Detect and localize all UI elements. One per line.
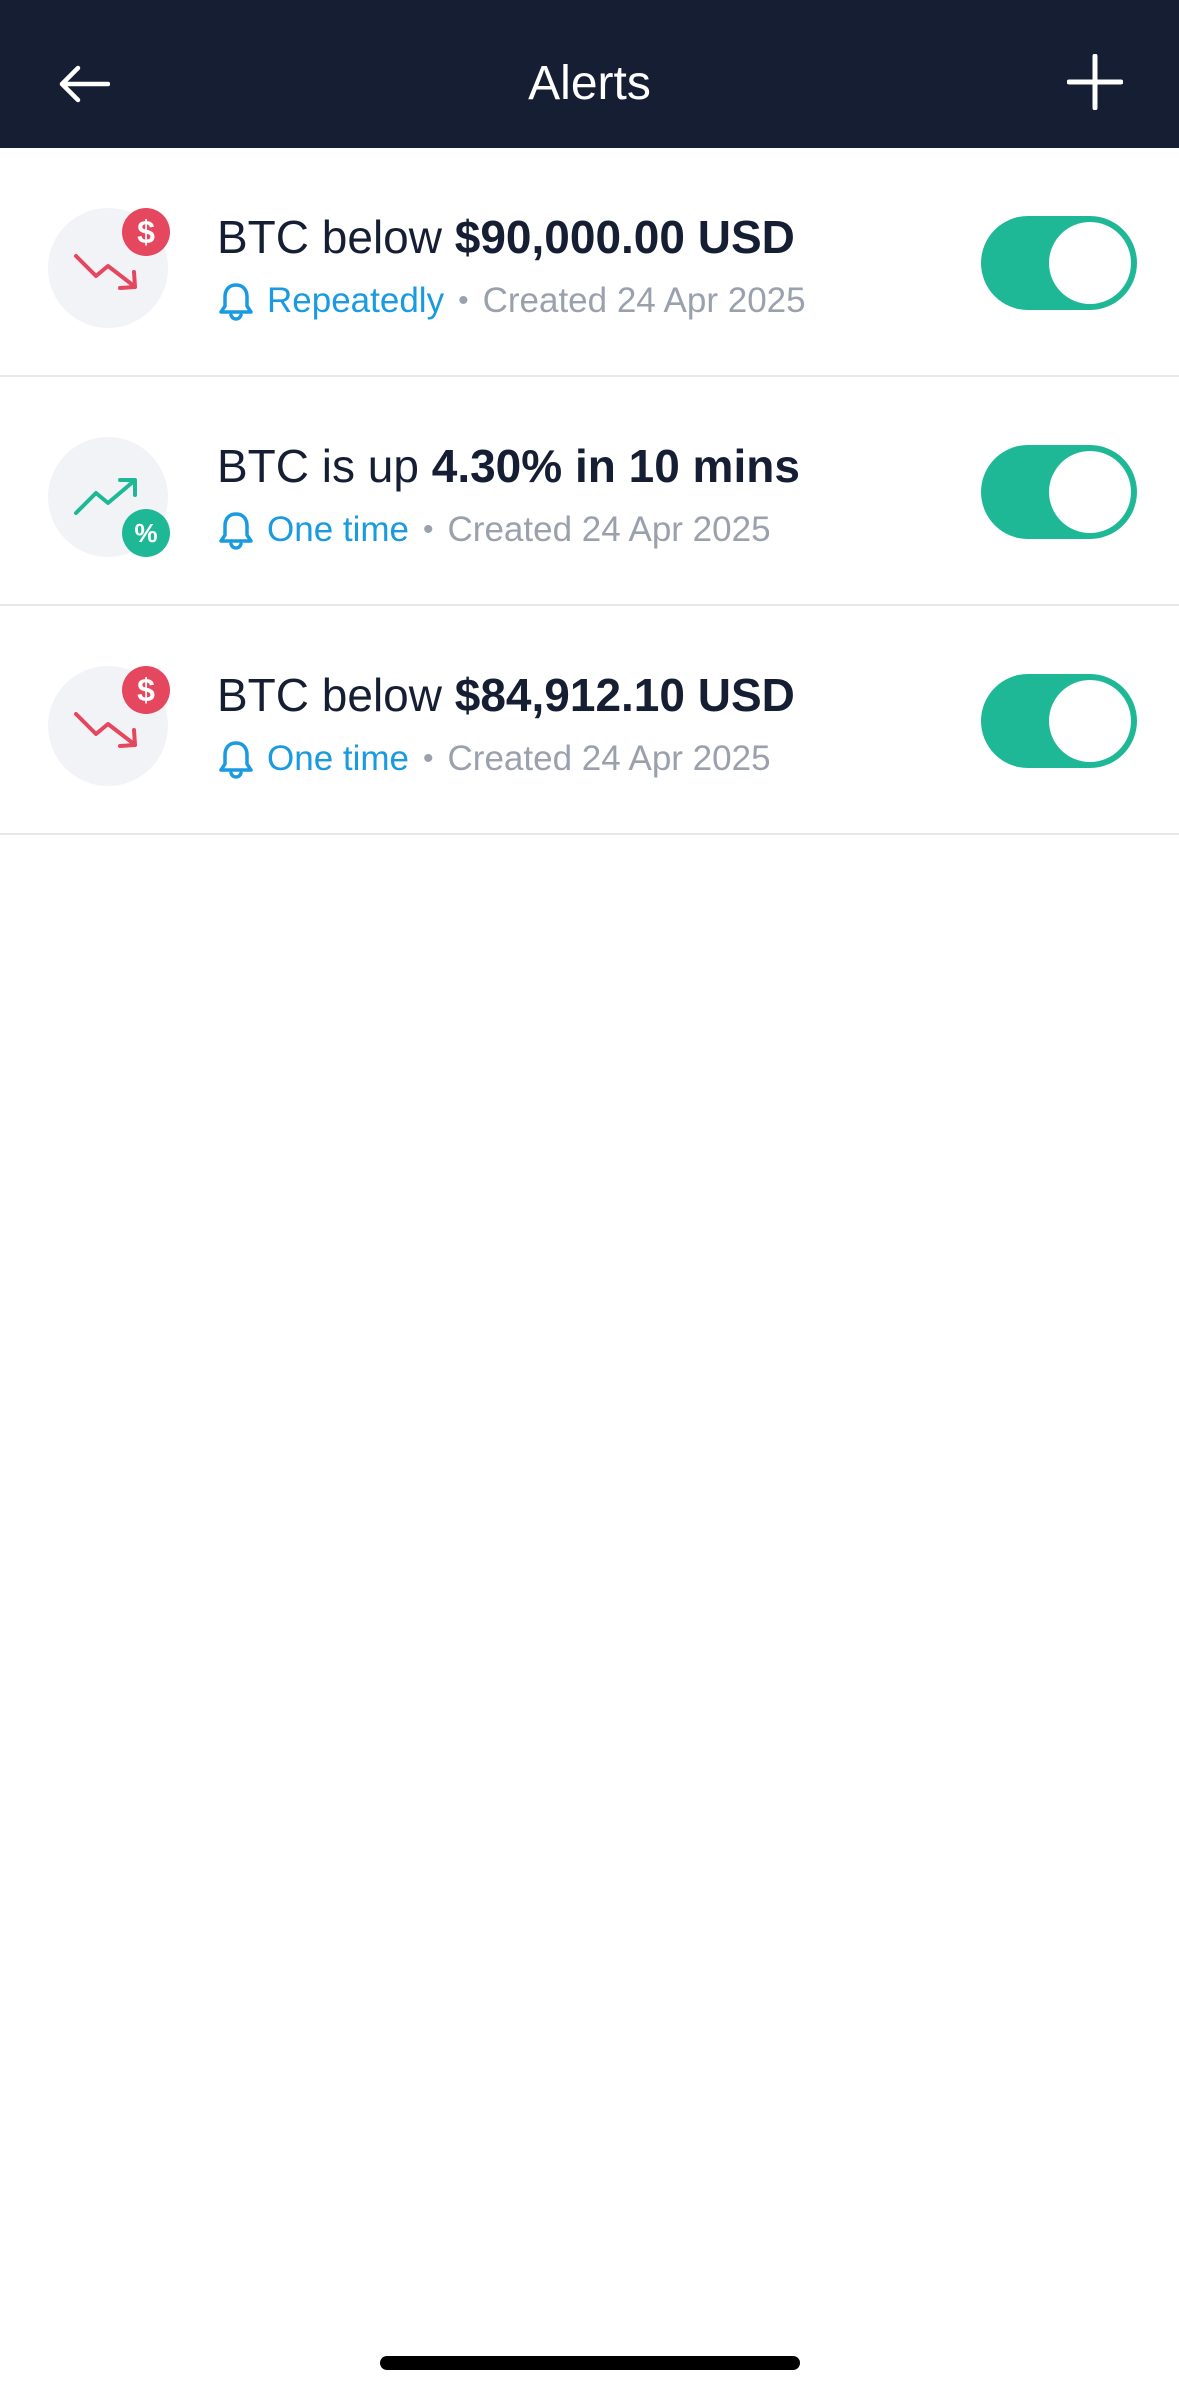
- page-title: Alerts: [528, 57, 651, 110]
- alert-text: BTC is up 4.30% in 10 mins One time • Cr…: [217, 437, 949, 553]
- dollar-badge: $: [122, 666, 170, 714]
- home-indicator[interactable]: [380, 2356, 800, 2370]
- plus-icon: [1067, 54, 1123, 110]
- bell-icon: [219, 512, 253, 550]
- toggle-knob: [1049, 680, 1131, 762]
- meta-separator: •: [423, 742, 434, 775]
- alerts-screen: Alerts $ BTC below $90,000.00 USD Repeat…: [0, 0, 1179, 2396]
- alert-row[interactable]: % BTC is up 4.30% in 10 mins One time • …: [0, 377, 1179, 606]
- alert-toggle[interactable]: [981, 674, 1137, 768]
- meta-separator: •: [458, 284, 469, 317]
- meta-separator: •: [423, 513, 434, 546]
- alert-title-prefix: BTC is up: [217, 440, 432, 492]
- alert-toggle[interactable]: [981, 445, 1137, 539]
- alert-title: BTC below $84,912.10 USD: [217, 666, 949, 724]
- alert-meta: One time • Created 24 Apr 2025: [217, 736, 949, 782]
- alert-created-date: Created 24 Apr 2025: [482, 281, 806, 320]
- alert-created-date: Created 24 Apr 2025: [447, 739, 771, 778]
- price-down-icon: $: [48, 666, 170, 786]
- bell-icon: [219, 741, 253, 779]
- dollar-badge: $: [122, 208, 170, 256]
- toggle-knob: [1049, 222, 1131, 304]
- alert-title: BTC is up 4.30% in 10 mins: [217, 437, 949, 495]
- alert-meta: One time • Created 24 Apr 2025: [217, 507, 949, 553]
- toggle-knob: [1049, 451, 1131, 533]
- alert-title-prefix: BTC below: [217, 669, 455, 721]
- alert-title-value: 4.30% in 10 mins: [431, 440, 800, 492]
- percent-badge: %: [122, 509, 170, 557]
- top-bar: Alerts: [0, 0, 1179, 148]
- alert-meta: Repeatedly • Created 24 Apr 2025: [217, 278, 949, 324]
- alert-text: BTC below $90,000.00 USD Repeatedly • Cr…: [217, 208, 949, 324]
- alert-text: BTC below $84,912.10 USD One time • Crea…: [217, 666, 949, 782]
- alerts-list: $ BTC below $90,000.00 USD Repeatedly • …: [0, 148, 1179, 835]
- alert-created-date: Created 24 Apr 2025: [447, 510, 771, 549]
- add-alert-button[interactable]: [1055, 42, 1135, 122]
- alert-frequency: Repeatedly: [267, 281, 445, 320]
- alert-title: BTC below $90,000.00 USD: [217, 208, 949, 266]
- alert-toggle[interactable]: [981, 216, 1137, 310]
- percent-up-icon: %: [48, 437, 170, 557]
- alert-title-prefix: BTC below: [217, 211, 455, 263]
- alert-frequency: One time: [267, 739, 409, 778]
- alert-frequency: One time: [267, 510, 409, 549]
- alert-title-value: $84,912.10 USD: [454, 669, 795, 721]
- bell-icon: [219, 283, 253, 321]
- price-down-icon: $: [48, 208, 170, 328]
- alert-row[interactable]: $ BTC below $90,000.00 USD Repeatedly • …: [0, 148, 1179, 377]
- alert-title-value: $90,000.00 USD: [454, 211, 795, 263]
- alert-row[interactable]: $ BTC below $84,912.10 USD One time • Cr…: [0, 606, 1179, 835]
